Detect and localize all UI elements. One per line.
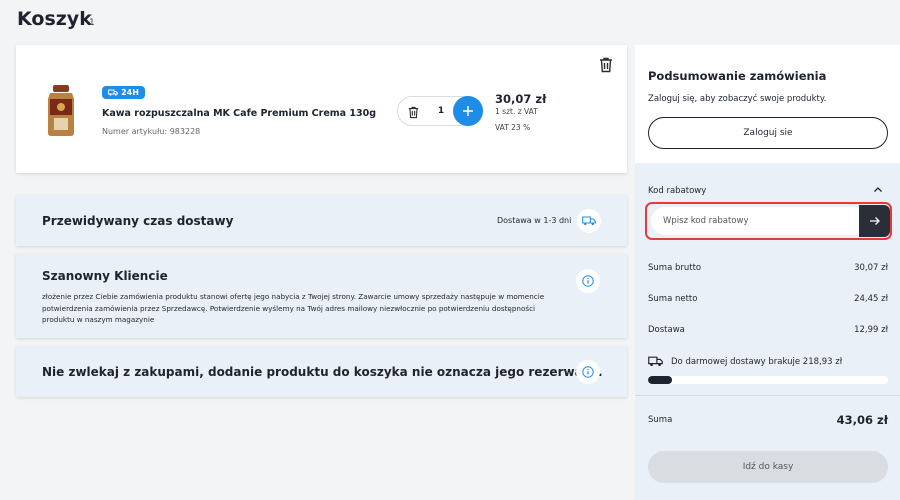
truck-icon: [108, 89, 119, 96]
order-summary-panel: Podsumowanie zamówienia Zaloguj się, aby…: [635, 45, 900, 500]
truck-icon: [648, 356, 663, 366]
remove-item-icon[interactable]: [599, 57, 613, 73]
product-sku: Numer artykułu: 983228: [102, 127, 201, 136]
free-shipping-text: Do darmowej dostawy brakuje 218,93 zł: [671, 356, 843, 367]
delivery-heading: Przewidywany czas dostawy: [42, 214, 234, 228]
delivery-time-card: Przewidywany czas dostawy Dostawa w 1-3 …: [16, 195, 627, 246]
free-shipping-info: Do darmowej dostawy brakuje 218,93 zł: [648, 356, 842, 367]
reservation-warning-card: Nie zwlekaj z zakupami, dodanie produktu…: [16, 346, 627, 397]
plus-icon: [463, 106, 473, 116]
net-sum-row: Suma netto 24,45 zł: [648, 294, 888, 304]
price-per-unit: 1 szt. z VAT: [495, 107, 538, 116]
product-image[interactable]: [46, 85, 76, 137]
customer-notice-card: Szanowny Kliencie złożenie przez Ciebie …: [16, 254, 627, 338]
info-icon[interactable]: [576, 360, 600, 384]
arrow-right-icon: [869, 217, 880, 225]
badge-label: 24H: [121, 88, 139, 97]
stepper-delete-button[interactable]: [402, 101, 424, 123]
free-shipping-progress: [648, 376, 888, 384]
info-icon[interactable]: [576, 269, 600, 293]
product-price: 30,07 zł: [495, 92, 547, 106]
notice-text: złożenie przez Ciebie zamówienia produkt…: [42, 292, 545, 324]
apply-coupon-button[interactable]: [859, 205, 890, 237]
delivery-24h-badge: 24H: [102, 86, 145, 99]
truck-icon: [577, 209, 601, 233]
delivery-cost-label: Dostawa: [648, 325, 685, 335]
progress-fill: [648, 376, 672, 384]
quantity-value[interactable]: 1: [428, 97, 454, 127]
gross-sum-value: 30,07 zł: [854, 263, 888, 273]
trash-icon: [408, 106, 418, 118]
gross-sum-label: Suma brutto: [648, 263, 702, 273]
notice-heading: Szanowny Kliencie: [42, 269, 168, 283]
delivery-time-text: Dostawa w 1-3 dni: [497, 216, 572, 225]
gross-sum-row: Suma brutto 30,07 zł: [648, 263, 888, 273]
total-label: Suma: [648, 415, 673, 425]
divider: [635, 395, 900, 396]
cart-count: 1: [89, 18, 95, 28]
summary-subtitle: Zaloguj się, aby zobaczyć swoje produkty…: [648, 94, 827, 104]
checkout-button[interactable]: Idź do kasy: [648, 451, 888, 483]
net-sum-value: 24,45 zł: [854, 294, 888, 304]
summary-title: Podsumowanie zamówienia: [648, 69, 827, 83]
chevron-up-icon[interactable]: [873, 185, 883, 196]
total-row: Suma 43,06 zł: [648, 413, 888, 427]
coupon-label: Kod rabatowy: [648, 186, 707, 196]
net-sum-label: Suma netto: [648, 294, 698, 304]
quantity-stepper: 1: [397, 96, 483, 126]
coupon-input[interactable]: [651, 207, 859, 235]
warning-heading: Nie zwlekaj z zakupami, dodanie produktu…: [42, 365, 603, 379]
page-title: Koszyk: [17, 8, 92, 30]
total-value: 43,06 zł: [836, 413, 888, 427]
delivery-cost-value: 12,99 zł: [854, 325, 888, 335]
summary-details: Kod rabatowy Suma brutto 30,07 zł Suma n…: [635, 163, 900, 500]
product-name[interactable]: Kawa rozpuszczalna MK Cafe Premium Crema…: [102, 108, 376, 119]
delivery-cost-row: Dostawa 12,99 zł: [648, 325, 888, 335]
login-button[interactable]: Zaloguj sie: [648, 117, 888, 149]
cart-item-card: 24H Kawa rozpuszczalna MK Cafe Premium C…: [16, 45, 627, 173]
increase-quantity-button[interactable]: [453, 96, 483, 126]
coupon-field-highlight: [645, 202, 892, 240]
vat-rate: VAT 23 %: [495, 123, 531, 132]
